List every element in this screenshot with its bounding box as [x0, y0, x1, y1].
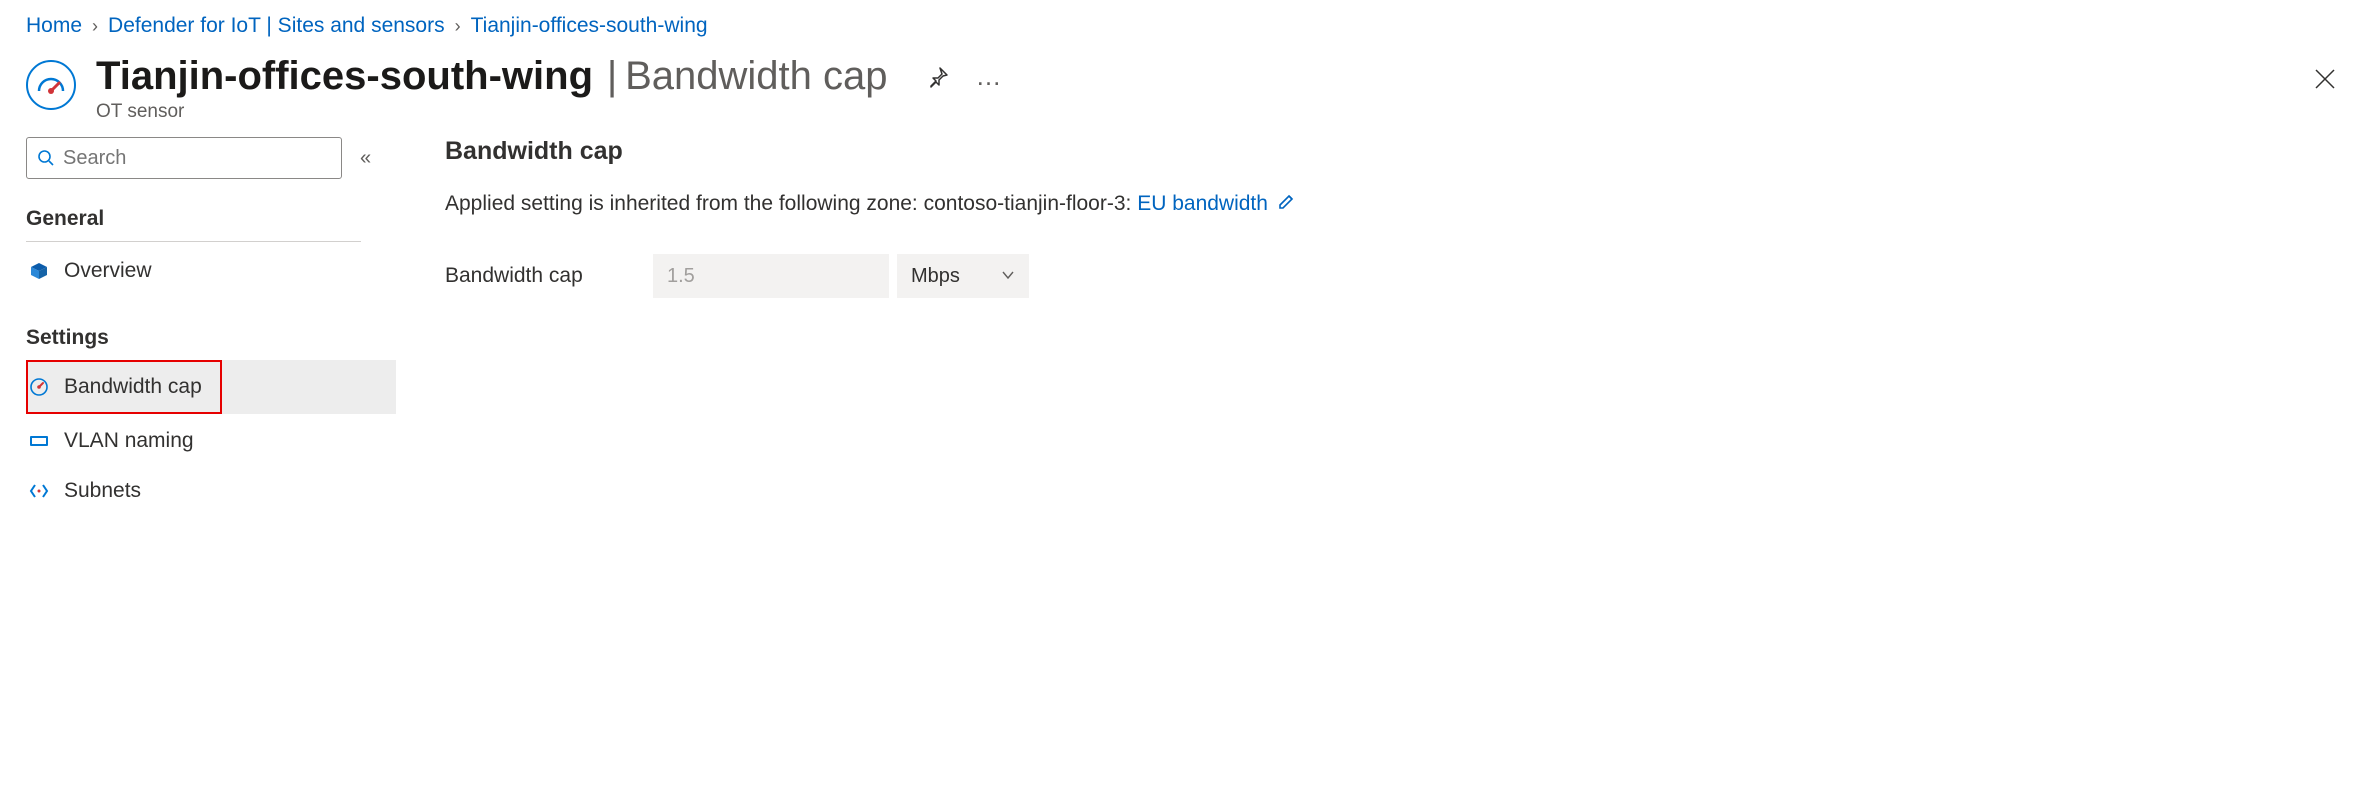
section-label-general: General	[26, 203, 361, 242]
collapse-sidebar-button[interactable]: «	[360, 147, 371, 170]
bandwidth-field-row: Bandwidth cap Mbps	[445, 254, 2342, 298]
edit-button[interactable]	[1278, 192, 1296, 215]
breadcrumb-home[interactable]: Home	[26, 14, 82, 38]
page-subtitle: OT sensor	[96, 101, 1008, 123]
brackets-icon	[28, 483, 50, 499]
title-sub: Bandwidth cap	[625, 54, 887, 98]
chevron-right-icon: ›	[92, 16, 98, 37]
section-label-settings: Settings	[26, 322, 411, 360]
search-box[interactable]	[26, 137, 342, 179]
cube-icon	[28, 261, 50, 281]
more-button[interactable]: …	[972, 57, 1008, 96]
pin-button[interactable]	[922, 61, 954, 93]
sidebar-item-overview[interactable]: Overview	[26, 246, 396, 296]
breadcrumb-sites-sensors[interactable]: Defender for IoT | Sites and sensors	[108, 14, 445, 38]
gauge-icon	[26, 60, 76, 110]
inherited-setting-description: Applied setting is inherited from the fo…	[445, 192, 2342, 216]
sidebar-item-vlan-naming[interactable]: VLAN naming	[26, 416, 396, 466]
breadcrumb: Home › Defender for IoT | Sites and sens…	[0, 0, 2368, 48]
sidebar: « General Overview Settings	[26, 137, 411, 796]
breadcrumb-sensor[interactable]: Tianjin-offices-south-wing	[471, 14, 708, 38]
sidebar-item-label: Overview	[64, 259, 152, 283]
tag-icon	[28, 433, 50, 449]
sidebar-item-bandwidth-cap[interactable]: Bandwidth cap	[26, 360, 396, 414]
title-main: Tianjin-offices-south-wing	[96, 54, 593, 98]
sidebar-item-label: Bandwidth cap	[64, 375, 202, 399]
search-input[interactable]	[63, 147, 331, 170]
chevron-down-icon	[1001, 265, 1015, 288]
bandwidth-value-input[interactable]	[653, 254, 889, 298]
page-header: Tianjin-offices-south-wing | Bandwidth c…	[0, 48, 2368, 123]
main-content: Bandwidth cap Applied setting is inherit…	[411, 137, 2342, 796]
chevron-right-icon: ›	[455, 16, 461, 37]
sidebar-item-label: Subnets	[64, 479, 141, 503]
close-button[interactable]	[2312, 66, 2338, 95]
content-heading: Bandwidth cap	[445, 137, 2342, 166]
inherited-setting-link[interactable]: EU bandwidth	[1137, 192, 1268, 215]
bandwidth-unit-select[interactable]: Mbps	[897, 254, 1029, 298]
page-title: Tianjin-offices-south-wing | Bandwidth c…	[96, 54, 888, 99]
pencil-icon	[1278, 192, 1296, 210]
unit-label: Mbps	[911, 265, 960, 288]
pin-icon	[926, 65, 950, 89]
field-label: Bandwidth cap	[445, 264, 645, 288]
gauge-icon	[28, 377, 50, 397]
desc-text: Applied setting is inherited from the fo…	[445, 192, 1137, 215]
chevron-double-left-icon: «	[360, 147, 371, 169]
sidebar-item-label: VLAN naming	[64, 429, 194, 453]
ellipsis-icon: …	[976, 61, 1004, 92]
search-icon	[37, 149, 55, 167]
sidebar-item-subnets[interactable]: Subnets	[26, 466, 396, 516]
title-separator: |	[607, 54, 617, 98]
close-icon	[2312, 66, 2338, 92]
